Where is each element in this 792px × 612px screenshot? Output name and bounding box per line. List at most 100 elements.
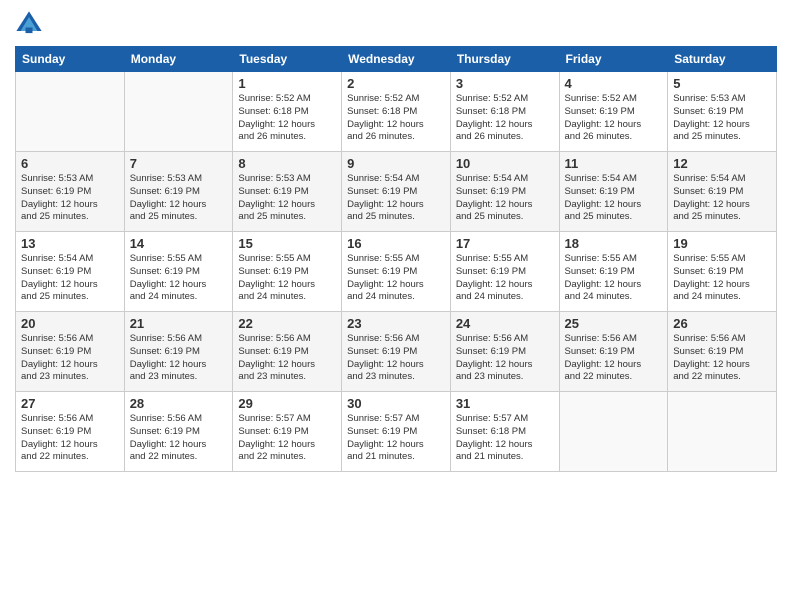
- day-number: 19: [673, 236, 771, 251]
- calendar-cell: 4 Sunrise: 5:52 AM Sunset: 6:19 PM Daylig…: [559, 72, 668, 152]
- day-number: 29: [238, 396, 336, 411]
- calendar-cell: 25Sunrise: 5:56 AM Sunset: 6:19 PM Dayli…: [559, 312, 668, 392]
- day-number: 10: [456, 156, 554, 171]
- calendar-cell: 24 Sunrise: 5:56 AM Sunset: 6:19 PM Dayli…: [450, 312, 559, 392]
- day-number: 30: [347, 396, 445, 411]
- day-number: 31: [456, 396, 554, 411]
- day-info: Sunrise: 5:53 AM Sunset: 6:19 PM Dayligh…: [238, 173, 336, 224]
- calendar-cell: 7 Sunrise: 5:53 AM Sunset: 6:19 PM Daylig…: [124, 152, 233, 232]
- calendar-cell: 11 Sunrise: 5:54 AM Sunset: 6:19 PM Dayli…: [559, 152, 668, 232]
- day-header-tuesday: Tuesday: [233, 47, 342, 72]
- day-info: Sunrise: 5:54 AM Sunset: 6:19 PM Dayligh…: [456, 173, 554, 224]
- calendar-cell: 14Sunrise: 5:55 AM Sunset: 6:19 PM Dayli…: [124, 232, 233, 312]
- day-info: Sunrise: 5:52 AM Sunset: 6:18 PM Dayligh…: [347, 93, 445, 144]
- day-number: 6: [21, 156, 119, 171]
- week-row-2: 6 Sunrise: 5:53 AM Sunset: 6:19 PM Daylig…: [16, 152, 777, 232]
- calendar-cell: 2 Sunrise: 5:52 AM Sunset: 6:18 PM Daylig…: [342, 72, 451, 152]
- calendar-cell: [559, 392, 668, 472]
- calendar-cell: 18 Sunrise: 5:55 AM Sunset: 6:19 PM Dayli…: [559, 232, 668, 312]
- day-info: Sunrise: 5:56 AM Sunset: 6:19 PM Dayligh…: [130, 413, 228, 464]
- calendar-table: SundayMondayTuesdayWednesdayThursdayFrid…: [15, 46, 777, 472]
- day-number: 17: [456, 236, 554, 251]
- logo: [15, 10, 47, 38]
- day-number: 7: [130, 156, 228, 171]
- day-info: Sunrise: 5:54 AM Sunset: 6:19 PM Dayligh…: [347, 173, 445, 224]
- calendar-cell: 21 Sunrise: 5:56 AM Sunset: 6:19 PM Dayli…: [124, 312, 233, 392]
- calendar-cell: 3 Sunrise: 5:52 AM Sunset: 6:18 PM Daylig…: [450, 72, 559, 152]
- day-number: 8: [238, 156, 336, 171]
- day-info: Sunrise: 5:57 AM Sunset: 6:19 PM Dayligh…: [238, 413, 336, 464]
- day-info: Sunrise: 5:56 AM Sunset: 6:19 PM Dayligh…: [21, 333, 119, 384]
- day-info: Sunrise: 5:54 AM Sunset: 6:19 PM Dayligh…: [21, 253, 119, 304]
- calendar-cell: 20 Sunrise: 5:56 AM Sunset: 6:19 PM Dayli…: [16, 312, 125, 392]
- calendar-cell: [124, 72, 233, 152]
- calendar-cell: 5 Sunrise: 5:53 AM Sunset: 6:19 PM Daylig…: [668, 72, 777, 152]
- day-number: 22: [238, 316, 336, 331]
- day-number: 13: [21, 236, 119, 251]
- day-number: 3: [456, 76, 554, 91]
- day-info: Sunrise: 5:56 AM Sunset: 6:19 PM Dayligh…: [21, 413, 119, 464]
- calendar-cell: 27Sunrise: 5:56 AM Sunset: 6:19 PM Dayli…: [16, 392, 125, 472]
- day-header-saturday: Saturday: [668, 47, 777, 72]
- calendar-cell: 17Sunrise: 5:55 AM Sunset: 6:19 PM Dayli…: [450, 232, 559, 312]
- calendar-cell: 6 Sunrise: 5:53 AM Sunset: 6:19 PM Daylig…: [16, 152, 125, 232]
- calendar-cell: 28 Sunrise: 5:56 AM Sunset: 6:19 PM Dayli…: [124, 392, 233, 472]
- day-info: Sunrise: 5:53 AM Sunset: 6:19 PM Dayligh…: [21, 173, 119, 224]
- day-info: Sunrise: 5:56 AM Sunset: 6:19 PM Dayligh…: [130, 333, 228, 384]
- day-header-friday: Friday: [559, 47, 668, 72]
- day-info: Sunrise: 5:56 AM Sunset: 6:19 PM Dayligh…: [456, 333, 554, 384]
- day-number: 18: [565, 236, 663, 251]
- calendar-cell: 31 Sunrise: 5:57 AM Sunset: 6:18 PM Dayli…: [450, 392, 559, 472]
- calendar-cell: 23Sunrise: 5:56 AM Sunset: 6:19 PM Dayli…: [342, 312, 451, 392]
- day-info: Sunrise: 5:55 AM Sunset: 6:19 PM Dayligh…: [130, 253, 228, 304]
- day-header-wednesday: Wednesday: [342, 47, 451, 72]
- day-info: Sunrise: 5:56 AM Sunset: 6:19 PM Dayligh…: [565, 333, 663, 384]
- calendar-cell: 15 Sunrise: 5:55 AM Sunset: 6:19 PM Dayli…: [233, 232, 342, 312]
- week-row-4: 20 Sunrise: 5:56 AM Sunset: 6:19 PM Dayli…: [16, 312, 777, 392]
- calendar-cell: [668, 392, 777, 472]
- day-number: 20: [21, 316, 119, 331]
- day-number: 9: [347, 156, 445, 171]
- day-header-thursday: Thursday: [450, 47, 559, 72]
- calendar-cell: 9 Sunrise: 5:54 AM Sunset: 6:19 PM Daylig…: [342, 152, 451, 232]
- day-number: 26: [673, 316, 771, 331]
- day-info: Sunrise: 5:55 AM Sunset: 6:19 PM Dayligh…: [565, 253, 663, 304]
- day-info: Sunrise: 5:55 AM Sunset: 6:19 PM Dayligh…: [238, 253, 336, 304]
- calendar-cell: 1 Sunrise: 5:52 AM Sunset: 6:18 PM Daylig…: [233, 72, 342, 152]
- day-number: 11: [565, 156, 663, 171]
- day-number: 12: [673, 156, 771, 171]
- day-info: Sunrise: 5:53 AM Sunset: 6:19 PM Dayligh…: [673, 93, 771, 144]
- day-info: Sunrise: 5:57 AM Sunset: 6:19 PM Dayligh…: [347, 413, 445, 464]
- day-number: 24: [456, 316, 554, 331]
- day-info: Sunrise: 5:54 AM Sunset: 6:19 PM Dayligh…: [673, 173, 771, 224]
- header: [15, 10, 777, 38]
- calendar-cell: 8 Sunrise: 5:53 AM Sunset: 6:19 PM Daylig…: [233, 152, 342, 232]
- day-number: 23: [347, 316, 445, 331]
- day-number: 21: [130, 316, 228, 331]
- day-header-sunday: Sunday: [16, 47, 125, 72]
- days-header-row: SundayMondayTuesdayWednesdayThursdayFrid…: [16, 47, 777, 72]
- day-info: Sunrise: 5:55 AM Sunset: 6:19 PM Dayligh…: [347, 253, 445, 304]
- day-number: 28: [130, 396, 228, 411]
- calendar-cell: 29 Sunrise: 5:57 AM Sunset: 6:19 PM Dayli…: [233, 392, 342, 472]
- calendar-cell: 13 Sunrise: 5:54 AM Sunset: 6:19 PM Dayli…: [16, 232, 125, 312]
- calendar-cell: 22Sunrise: 5:56 AM Sunset: 6:19 PM Dayli…: [233, 312, 342, 392]
- week-row-3: 13 Sunrise: 5:54 AM Sunset: 6:19 PM Dayli…: [16, 232, 777, 312]
- calendar-cell: 26 Sunrise: 5:56 AM Sunset: 6:19 PM Dayli…: [668, 312, 777, 392]
- day-number: 5: [673, 76, 771, 91]
- day-number: 16: [347, 236, 445, 251]
- day-number: 4: [565, 76, 663, 91]
- day-info: Sunrise: 5:53 AM Sunset: 6:19 PM Dayligh…: [130, 173, 228, 224]
- day-info: Sunrise: 5:52 AM Sunset: 6:19 PM Dayligh…: [565, 93, 663, 144]
- day-info: Sunrise: 5:52 AM Sunset: 6:18 PM Dayligh…: [456, 93, 554, 144]
- day-number: 1: [238, 76, 336, 91]
- day-number: 2: [347, 76, 445, 91]
- day-info: Sunrise: 5:56 AM Sunset: 6:19 PM Dayligh…: [673, 333, 771, 384]
- day-number: 15: [238, 236, 336, 251]
- calendar-cell: 12 Sunrise: 5:54 AM Sunset: 6:19 PM Dayli…: [668, 152, 777, 232]
- day-info: Sunrise: 5:52 AM Sunset: 6:18 PM Dayligh…: [238, 93, 336, 144]
- day-info: Sunrise: 5:54 AM Sunset: 6:19 PM Dayligh…: [565, 173, 663, 224]
- day-info: Sunrise: 5:55 AM Sunset: 6:19 PM Dayligh…: [673, 253, 771, 304]
- calendar-cell: 30 Sunrise: 5:57 AM Sunset: 6:19 PM Dayli…: [342, 392, 451, 472]
- day-info: Sunrise: 5:57 AM Sunset: 6:18 PM Dayligh…: [456, 413, 554, 464]
